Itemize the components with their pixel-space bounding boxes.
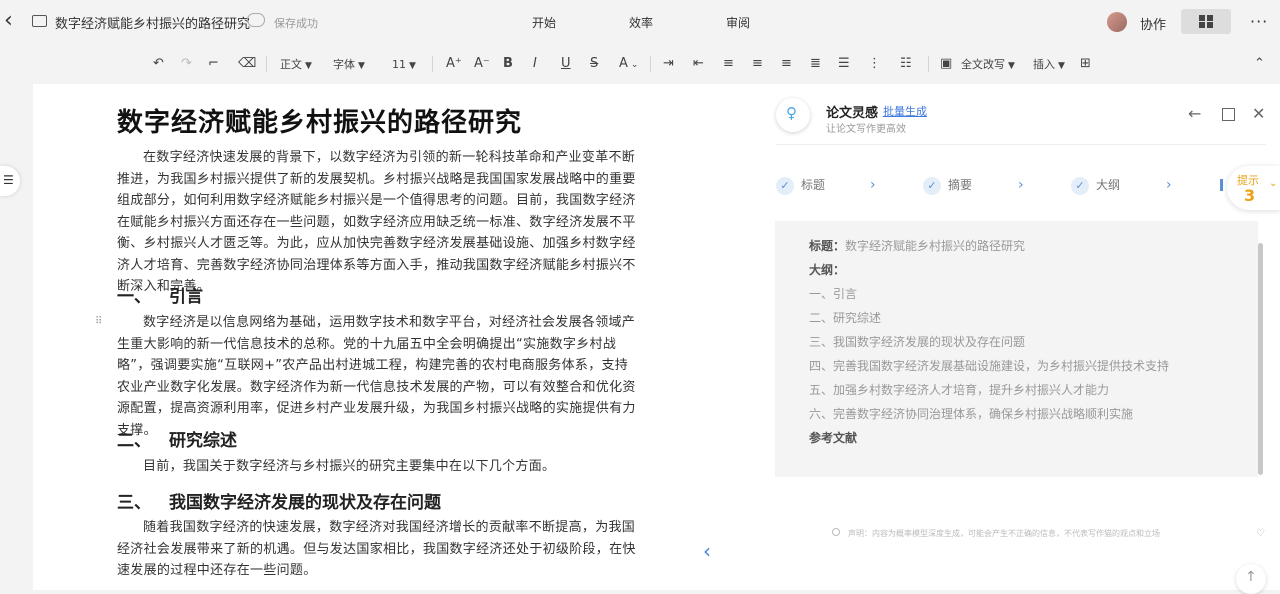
step-title[interactable]: ✓ 标题: [776, 176, 825, 195]
batch-generate-link[interactable]: 批量生成: [883, 103, 927, 119]
outline-item: 五、加强乡村数字经济人才培育，提升乡村振兴人才能力: [809, 383, 1110, 397]
outline-preview[interactable]: 标题：数字经济赋能乡村振兴的路径研究 大纲： 一、引言 二、研究综述 三、我国数…: [775, 221, 1258, 477]
undo-icon[interactable]: ↶: [153, 57, 164, 71]
align-right-icon[interactable]: ≡: [781, 57, 792, 71]
font-color-icon[interactable]: A ⌄: [619, 57, 638, 72]
align-justify-icon[interactable]: ≣: [810, 57, 821, 71]
step-abstract[interactable]: ✓ 摘要: [923, 176, 972, 195]
bold-icon[interactable]: B: [503, 57, 513, 71]
bullet-list-icon[interactable]: ☷: [900, 57, 912, 71]
cloud-icon: [247, 13, 265, 27]
document-title[interactable]: 数字经济赋能乡村振兴的路径研究: [55, 13, 250, 32]
back-arrow-icon[interactable]: ←: [1188, 104, 1201, 123]
section-1-paragraph[interactable]: 数字经济是以信息网络为基础，运用数字技术和数字平台，对经济社会发展各领域产生重大…: [117, 312, 637, 441]
section-2-paragraph[interactable]: 目前，我国关于数字经济与乡村振兴的研究主要集中在以下几个方面。: [117, 456, 637, 478]
check-icon: ✓: [923, 176, 941, 195]
insert-button[interactable]: 插入 ▼: [1033, 58, 1065, 73]
drag-handle-icon[interactable]: ⠿: [95, 316, 102, 327]
decrease-font-icon[interactable]: A⁻: [474, 57, 490, 71]
tab-efficiency[interactable]: 效率: [629, 14, 653, 31]
layout-grid-button[interactable]: [1181, 9, 1231, 34]
outline-toggle[interactable]: ☰: [0, 166, 20, 196]
align-center-icon[interactable]: ≡: [752, 57, 763, 71]
document-heading[interactable]: 数字经济赋能乡村振兴的路径研究: [117, 102, 522, 139]
underline-icon[interactable]: U: [561, 57, 571, 71]
outline-item: 六、完善数字经济协同治理体系，确保乡村振兴战略顺利实施: [809, 407, 1134, 421]
check-icon: ✓: [776, 176, 794, 195]
more-icon[interactable]: ···: [1250, 12, 1268, 31]
avatar[interactable]: [1107, 12, 1127, 32]
font-select[interactable]: 字体 ▼: [333, 58, 365, 73]
info-icon: [832, 528, 840, 536]
chevron-right-icon: ›: [870, 177, 876, 193]
strikethrough-icon[interactable]: S: [590, 57, 598, 71]
outline-item: 二、研究综述: [809, 311, 882, 325]
divider: [650, 56, 651, 72]
outline-label: 大纲：: [809, 263, 846, 277]
document-editor[interactable]: 数字经济赋能乡村振兴的路径研究 在数字经济快速发展的背景下，以数字经济为引领的新…: [33, 84, 722, 590]
font-size-select[interactable]: 11 ▼: [392, 58, 416, 73]
section-heading-2[interactable]: 二、 研究综述: [117, 426, 237, 451]
outline-item: 三、我国数字经济发展的现状及存在问题: [809, 335, 1026, 349]
section-heading-1[interactable]: 一、 引言: [117, 282, 203, 307]
italic-icon[interactable]: I: [533, 57, 537, 71]
save-status: 保存成功: [274, 17, 318, 30]
collab-button[interactable]: 协作: [1140, 14, 1166, 33]
outline-title-row: 标题：数字经济赋能乡村振兴的路径研究: [809, 239, 1026, 253]
maximize-icon[interactable]: [1222, 108, 1235, 121]
chevron-right-icon: ›: [1018, 177, 1024, 193]
hint-badge[interactable]: 提示 3 ⌄: [1227, 166, 1280, 210]
format-toolbar: ↶ ↷ ⌐ ⌫ 正文 ▼ 字体 ▼ 11 ▼ A⁺ A⁻ B I U S A ⌄ ⇥ ⇤…: [0, 44, 1280, 84]
line-spacing-icon[interactable]: ☰: [838, 57, 850, 71]
top-bar: ‹ 数字经济赋能乡村振兴的路径研究 保存成功 开始 效率 审阅 协作 ···: [0, 0, 1280, 44]
collapse-toolbar-icon[interactable]: ⌃: [1254, 57, 1265, 71]
indent-decrease-icon[interactable]: ⇤: [693, 57, 704, 71]
chevron-right-icon: ›: [1166, 177, 1172, 193]
paragraph-style-select[interactable]: 正文 ▼: [280, 58, 312, 73]
next-step-indicator: [1220, 179, 1223, 191]
scrollbar[interactable]: [1258, 243, 1263, 475]
tab-review[interactable]: 审阅: [726, 14, 750, 31]
rewrite-icon[interactable]: ▣: [940, 57, 952, 71]
hint-count: 3: [1244, 186, 1256, 205]
rewrite-button[interactable]: 全文改写 ▼: [961, 58, 1015, 73]
format-painter-icon[interactable]: ⌐: [208, 57, 219, 71]
divider: [432, 56, 433, 72]
section-heading-3[interactable]: 三、 我国数字经济发展的现状及存在问题: [117, 488, 441, 513]
clear-format-icon[interactable]: ⌫: [238, 57, 256, 71]
menu-icon: ☰: [3, 173, 14, 187]
folder-icon[interactable]: [32, 15, 47, 27]
outline-references: 参考文献: [809, 431, 858, 445]
arrow-up-icon: ↑: [1245, 569, 1257, 585]
chevron-down-icon: ⌄: [1269, 178, 1278, 189]
outline-item: 一、引言: [809, 287, 858, 301]
inspiration-panel: ♀ 论文灵感 批量生成 让论文写作更高效 ← ✕ ✓ 标题 › ✓ 摘要 › ✓ 大纲…: [722, 84, 1280, 594]
lightbulb-icon: ♀: [776, 98, 810, 132]
collapse-panel-icon[interactable]: ‹: [703, 539, 711, 563]
outline-item: 四、完善我国数字经济发展基础设施建设，为乡村振兴提供技术支持: [809, 359, 1170, 373]
redo-icon[interactable]: ↷: [181, 57, 192, 71]
increase-font-icon[interactable]: A⁺: [446, 57, 462, 71]
back-icon[interactable]: ‹: [4, 10, 22, 33]
close-icon[interactable]: ✕: [1252, 104, 1265, 123]
intro-paragraph[interactable]: 在数字经济快速发展的背景下，以数字经济为引领的新一轮科技革命和产业变革不断推进，…: [117, 147, 637, 298]
panel-subtitle: 让论文写作更高效: [826, 124, 906, 135]
section-3-paragraph[interactable]: 随着我国数字经济的快速发展，数字经济对我国经济增长的贡献率不断提高，为我国经济社…: [117, 517, 637, 582]
disclaimer-text: 声明：内容为概率模型深度生成，可能会产生不正确的信息，不代表写作猫的观点和立场: [848, 529, 1160, 538]
indent-increase-icon[interactable]: ⇥: [663, 57, 674, 71]
step-outline[interactable]: ✓ 大纲: [1071, 176, 1120, 195]
divider: [266, 56, 267, 72]
feedback-icon[interactable]: ♡: [1256, 528, 1265, 539]
check-icon: ✓: [1071, 176, 1089, 195]
tab-start[interactable]: 开始: [532, 14, 556, 31]
panel-title: 论文灵感: [826, 106, 879, 121]
align-left-icon[interactable]: ≡: [723, 57, 734, 71]
ordered-list-icon[interactable]: ⋮: [868, 57, 881, 71]
table-icon[interactable]: ⊞: [1080, 57, 1091, 71]
divider: [776, 144, 1266, 145]
divider: [928, 56, 929, 72]
